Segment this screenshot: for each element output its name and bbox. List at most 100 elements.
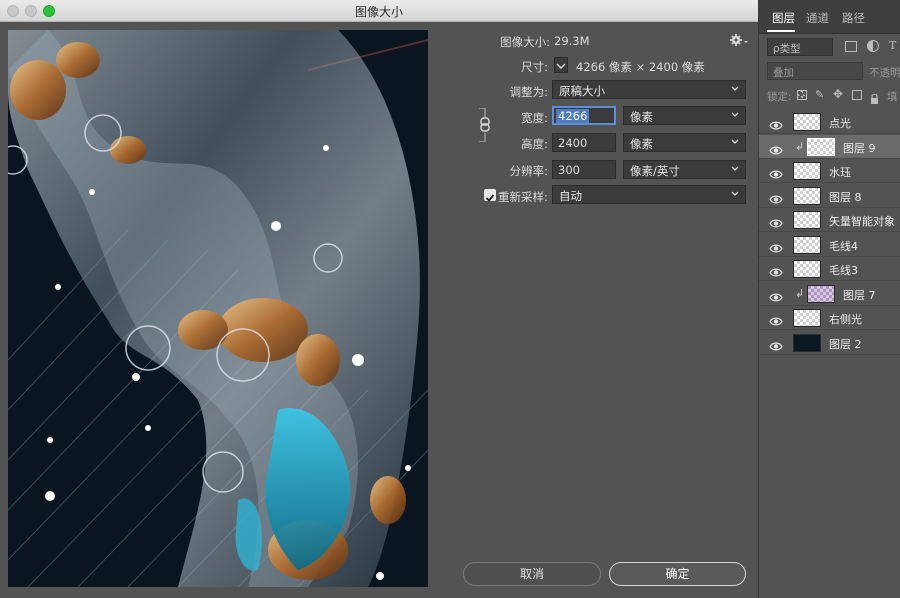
height-unit-dropdown[interactable]: 像素 [623, 133, 746, 152]
chevron-down-icon [731, 86, 739, 91]
adjustment-filter-icon[interactable] [867, 40, 879, 52]
visibility-eye-icon[interactable] [769, 214, 783, 228]
layer-thumbnail [807, 284, 835, 303]
opacity-label: 不透明 [869, 67, 900, 79]
layers-panel: 图层 通道 路径 ρ类型 T 叠加 不透明 锁定: ✎ ✥ 填 点光 ↲ 图层 9 水… [758, 0, 900, 598]
visibility-eye-icon[interactable] [769, 239, 783, 252]
tab-channels[interactable]: 通道 [806, 10, 829, 26]
image-filter-icon[interactable] [845, 41, 857, 52]
dimensions-label: 尺寸: [521, 60, 548, 74]
image-preview[interactable] [8, 30, 428, 587]
layer-name: 图层 7 [843, 288, 876, 302]
checkmark-icon [485, 194, 495, 202]
lock-label: 锁定: [767, 91, 792, 103]
photoshop-workspace: 图像大小 图像大小: 29.3M 尺寸: 4266 像素 × 2400 像素 调… [0, 0, 900, 598]
layer-thumbnail [793, 113, 821, 131]
layer-row[interactable]: ↲ 图层 9 [759, 134, 900, 159]
visibility-eye-icon[interactable] [769, 141, 783, 154]
layer-name: 图层 8 [829, 190, 862, 204]
resolution-unit-value: 像素/英寸 [630, 164, 680, 178]
cancel-button[interactable]: 取消 [463, 562, 601, 586]
layer-name: 矢量智能对象 [829, 215, 895, 228]
blend-mode-value: 叠加 [773, 67, 794, 79]
height-value: 2400 [558, 136, 588, 150]
layer-thumbnail [793, 186, 821, 205]
width-input[interactable]: 4266 [552, 106, 616, 125]
layer-row[interactable]: ↲ 图层 7 [759, 282, 900, 306]
fit-to-dropdown[interactable]: 原稿大小 [552, 80, 746, 99]
width-unit-dropdown[interactable]: 像素 [623, 106, 746, 125]
blend-mode-dropdown[interactable]: 叠加 [767, 62, 863, 80]
dialog-title: 图像大小 [354, 5, 403, 19]
layer-name: 毛线3 [829, 264, 858, 277]
dimensions-unit-dropdown[interactable] [554, 57, 568, 73]
layer-row[interactable]: 毛线4 [759, 233, 900, 257]
layer-thumbnail [793, 309, 821, 327]
image-size-dialog: 图像大小 图像大小: 29.3M 尺寸: 4266 像素 × 2400 像素 调… [0, 0, 758, 598]
dialog-titlebar: 图像大小 [0, 0, 758, 22]
visibility-eye-icon[interactable] [769, 165, 783, 179]
layer-thumbnail [807, 137, 835, 156]
gear-icon[interactable] [729, 32, 749, 48]
preview-artwork [8, 30, 428, 587]
visibility-eye-icon[interactable] [769, 190, 783, 203]
resample-label: 重新采样: [498, 190, 548, 204]
resolution-label: 分辨率: [509, 164, 548, 178]
layer-name: 点光 [829, 117, 851, 130]
layer-name: 图层 9 [843, 141, 876, 155]
height-input[interactable]: 2400 [552, 133, 616, 152]
layer-thumbnail [793, 211, 821, 229]
fit-to-label: 调整为: [509, 85, 548, 99]
lock-artboard-icon[interactable] [852, 90, 862, 100]
panel-tabs: 图层 通道 路径 [759, 0, 900, 34]
layer-thumbnail [793, 162, 821, 180]
chevron-down-icon [731, 166, 739, 171]
layer-name: 图层 2 [829, 337, 862, 351]
lock-position-icon[interactable]: ✥ [833, 87, 843, 101]
ok-button[interactable]: 确定 [609, 562, 746, 586]
layer-thumbnail [793, 235, 821, 254]
layer-row[interactable]: 毛线3 [759, 257, 900, 281]
lock-transparency-icon[interactable] [797, 90, 807, 100]
visibility-eye-icon[interactable] [769, 312, 783, 326]
width-unit-value: 像素 [630, 110, 653, 124]
layer-thumbnail [793, 333, 821, 352]
type-filter-icon[interactable]: T [889, 39, 896, 52]
layer-filter-dropdown[interactable]: ρ类型 [767, 38, 833, 56]
layer-row[interactable]: 矢量智能对象 [759, 208, 900, 232]
resolution-unit-dropdown[interactable]: 像素/英寸 [623, 160, 746, 179]
layer-row[interactable]: 右侧光 [759, 306, 900, 330]
layer-row[interactable]: 水珏 [759, 159, 900, 183]
resolution-input[interactable]: 300 [552, 160, 616, 179]
clipping-mask-icon: ↲ [795, 139, 805, 153]
visibility-eye-icon[interactable] [769, 116, 783, 130]
resolution-value: 300 [558, 163, 580, 177]
tab-paths[interactable]: 路径 [842, 10, 865, 26]
resample-value: 自动 [559, 189, 582, 203]
lock-all-icon[interactable] [870, 89, 879, 104]
tab-layers[interactable]: 图层 [772, 10, 795, 26]
layer-row[interactable]: 图层 8 [759, 184, 900, 208]
visibility-eye-icon[interactable] [769, 263, 783, 277]
fill-label: 填 [887, 91, 898, 103]
height-unit-value: 像素 [630, 137, 653, 151]
image-size-label: 图像大小: [500, 35, 550, 49]
visibility-eye-icon[interactable] [769, 337, 783, 350]
fit-to-value: 原稿大小 [559, 84, 605, 98]
resample-checkbox[interactable] [484, 189, 496, 202]
layer-name: 毛线4 [829, 239, 858, 253]
layer-filter-value: ρ类型 [773, 43, 801, 55]
layer-row[interactable]: 点光 [759, 110, 900, 134]
height-label: 高度: [521, 137, 548, 151]
chevron-down-icon [731, 191, 739, 196]
resample-dropdown[interactable]: 自动 [552, 185, 746, 204]
dimensions-value: 4266 像素 × 2400 像素 [576, 60, 705, 74]
visibility-eye-icon[interactable] [769, 288, 783, 301]
lock-image-icon[interactable]: ✎ [815, 88, 824, 101]
chevron-down-icon [731, 139, 739, 144]
width-value: 4266 [556, 109, 590, 123]
image-size-value: 29.3M [554, 34, 590, 48]
chevron-down-icon [556, 63, 566, 69]
layer-row[interactable]: 图层 2 [759, 331, 900, 355]
chevron-down-icon [731, 112, 739, 117]
